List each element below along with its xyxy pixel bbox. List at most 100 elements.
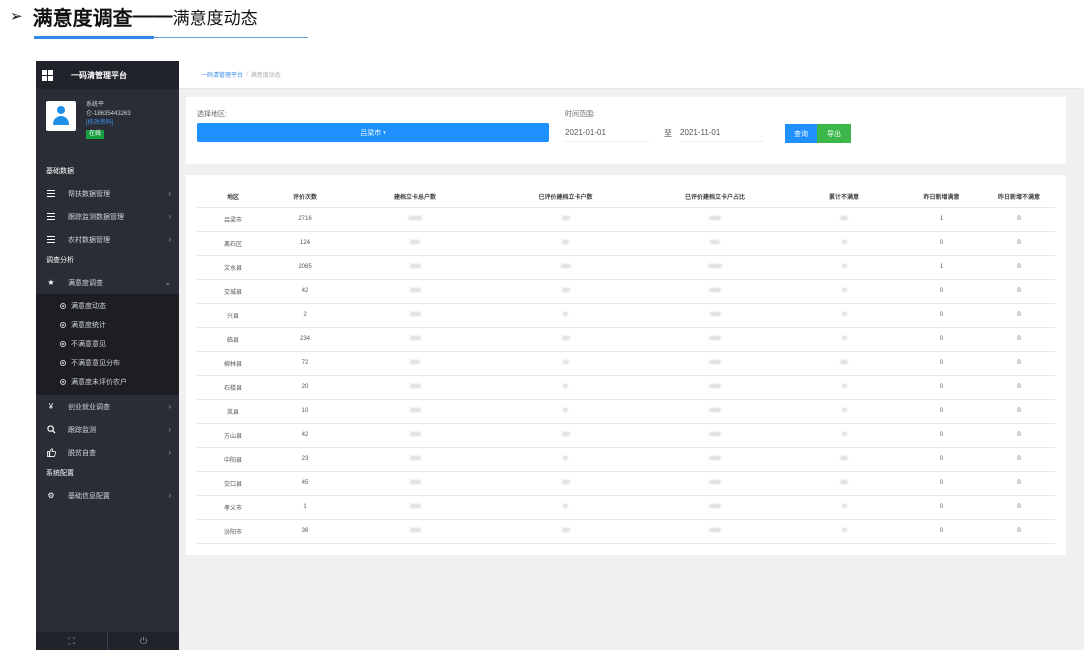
sidebar-item-tracking[interactable]: 跟踪监测 ›: [36, 418, 179, 441]
cell-evaluation-count: 20: [269, 375, 341, 400]
sidebar-footer: ⛶ ⏻: [36, 632, 179, 650]
sidebar-subitem-unrated-households[interactable]: 满意度未评价农户: [36, 372, 179, 391]
sidebar-subitem-satisfaction-stats[interactable]: 满意度统计: [36, 315, 179, 334]
subitem-label: 满意度统计: [71, 321, 106, 329]
region-select[interactable]: 吕梁市 ▾: [197, 123, 549, 142]
redacted-cell: [489, 423, 642, 448]
subitem-label: 满意度未评价农户: [71, 378, 127, 386]
main-content: 一码清管理平台 / 满意度动态 选择地区: 吕梁市 ▾ 时间范围: 2021-0…: [179, 61, 1084, 650]
table-row[interactable]: 中阳县 23 0 0: [197, 447, 1055, 472]
redacted-cell: [642, 327, 788, 352]
sidebar-subitem-dissatisfaction-distribution[interactable]: 不满意意见分布: [36, 353, 179, 372]
subitem-label: 不满意意见: [71, 340, 106, 348]
cell-region: 离石区: [197, 231, 269, 256]
cell-new-satisfied: 0: [900, 279, 983, 304]
redacted-cell: [489, 447, 642, 472]
arrow-bullet-icon: ➢: [10, 8, 23, 25]
table-row[interactable]: 交城县 42 0 0: [197, 279, 1055, 304]
sidebar-item-assistance-data[interactable]: 帮扶数据管理 ›: [36, 182, 179, 205]
table-row[interactable]: 孝义市 1 0 0: [197, 495, 1055, 520]
redacted-cell: [341, 423, 489, 448]
column-header[interactable]: 昨日新增满意: [900, 187, 983, 208]
sidebar-item-self-check[interactable]: 脱贫自查 ›: [36, 441, 179, 464]
redacted-cell: [341, 279, 489, 304]
table-row[interactable]: 离石区 124 0 0: [197, 231, 1055, 256]
cell-new-satisfied: 0: [900, 423, 983, 448]
cell-new-unsatisfied: 0: [983, 255, 1055, 280]
column-header[interactable]: 累计不满意: [788, 187, 900, 208]
sidebar-item-label: 满意度调查: [68, 279, 103, 287]
date-to-input[interactable]: 2021-11-01: [680, 124, 764, 142]
redacted-cell: [788, 447, 900, 472]
heading-underline-accent: [34, 36, 154, 39]
sidebar-item-employment-survey[interactable]: ¥ 创业就业调查 ›: [36, 395, 179, 418]
export-button[interactable]: 导出: [817, 124, 851, 143]
change-password-link[interactable]: [修改密码]: [86, 119, 131, 128]
cell-new-unsatisfied: 0: [983, 447, 1055, 472]
column-header[interactable]: 已评价建档立卡户数: [489, 187, 642, 208]
cell-region: 岚县: [197, 399, 269, 424]
table-row[interactable]: 石楼县 20 0 0: [197, 375, 1055, 400]
redacted-cell: [642, 399, 788, 424]
circle-dot-icon: [60, 359, 66, 366]
chevron-right-icon: ›: [168, 189, 171, 198]
cell-new-satisfied: 0: [900, 375, 983, 400]
query-button[interactable]: 查询: [785, 124, 817, 143]
grid-menu-icon[interactable]: [42, 69, 53, 81]
fullscreen-icon[interactable]: ⛶: [36, 632, 108, 650]
column-header[interactable]: 已评价建档立卡户占比: [642, 187, 788, 208]
redacted-cell: [788, 207, 900, 232]
list-icon: [46, 189, 56, 199]
thumb-up-icon: [46, 448, 56, 458]
date-from-input[interactable]: 2021-01-01: [565, 124, 649, 142]
sidebar-subitem-dissatisfaction[interactable]: 不满意意见: [36, 334, 179, 353]
app-title: 一码清管理平台: [71, 70, 127, 80]
redacted-cell: [642, 375, 788, 400]
sidebar-item-label: 农村数据管理: [68, 236, 110, 244]
cell-evaluation-count: 2716: [269, 207, 341, 232]
redacted-cell: [642, 495, 788, 520]
sidebar-subitem-satisfaction-dynamics[interactable]: 满意度动态: [36, 296, 179, 315]
power-icon[interactable]: ⏻: [108, 632, 179, 650]
cell-new-satisfied: 0: [900, 519, 983, 544]
cell-new-satisfied: 0: [900, 471, 983, 496]
chevron-right-icon: ›: [168, 425, 171, 434]
cell-new-satisfied: 0: [900, 495, 983, 520]
column-header[interactable]: 地区: [197, 187, 269, 208]
sidebar-item-base-config[interactable]: ⚙ 基础信息配置 ›: [36, 484, 179, 507]
sidebar-item-monitoring-data[interactable]: 跟踪监测数据管理 ›: [36, 205, 179, 228]
table-row[interactable]: 柳林县 72 0 0: [197, 351, 1055, 376]
table-row[interactable]: 岚县 10 0 0: [197, 399, 1055, 424]
chevron-right-icon: ›: [168, 212, 171, 221]
breadcrumb-home-link[interactable]: 一码清管理平台: [201, 70, 243, 79]
cell-new-unsatisfied: 0: [983, 231, 1055, 256]
circle-dot-icon: [60, 302, 66, 309]
redacted-cell: [788, 471, 900, 496]
table-row[interactable]: 汾阳市 36 0 0: [197, 519, 1055, 544]
table-row[interactable]: 吕梁市 2716 1 0: [197, 207, 1055, 232]
table-row[interactable]: 兴县 2 0 0: [197, 303, 1055, 328]
column-header[interactable]: 建档立卡总户数: [341, 187, 489, 208]
redacted-cell: [489, 495, 642, 520]
column-header[interactable]: 昨日新增不满意: [983, 187, 1055, 208]
sidebar-item-satisfaction-survey[interactable]: ★ 满意度调查 ⌄: [36, 271, 179, 294]
table-row[interactable]: 临县 234 0 0: [197, 327, 1055, 352]
redacted-cell: [642, 423, 788, 448]
redacted-cell: [788, 351, 900, 376]
cell-region: 孝义市: [197, 495, 269, 520]
table-row[interactable]: 文水县 2065 1 0: [197, 255, 1055, 280]
filter-panel: 选择地区: 吕梁市 ▾ 时间范围: 2021-01-01 至 2021-11-0…: [186, 97, 1066, 164]
sidebar-item-rural-data[interactable]: 农村数据管理 ›: [36, 228, 179, 251]
chevron-right-icon: ›: [168, 402, 171, 411]
cell-evaluation-count: 23: [269, 447, 341, 472]
table-row[interactable]: 交口县 45 0 0: [197, 471, 1055, 496]
redacted-cell: [341, 399, 489, 424]
list-icon: [46, 212, 56, 222]
table-row[interactable]: 方山县 42 0 0: [197, 423, 1055, 448]
redacted-cell: [788, 279, 900, 304]
cell-new-unsatisfied: 0: [983, 303, 1055, 328]
sidebar-item-label: 创业就业调查: [68, 403, 110, 411]
redacted-cell: [788, 255, 900, 280]
column-header[interactable]: 评价次数: [269, 187, 341, 208]
doc-subtitle: 满意度动态: [172, 8, 258, 28]
